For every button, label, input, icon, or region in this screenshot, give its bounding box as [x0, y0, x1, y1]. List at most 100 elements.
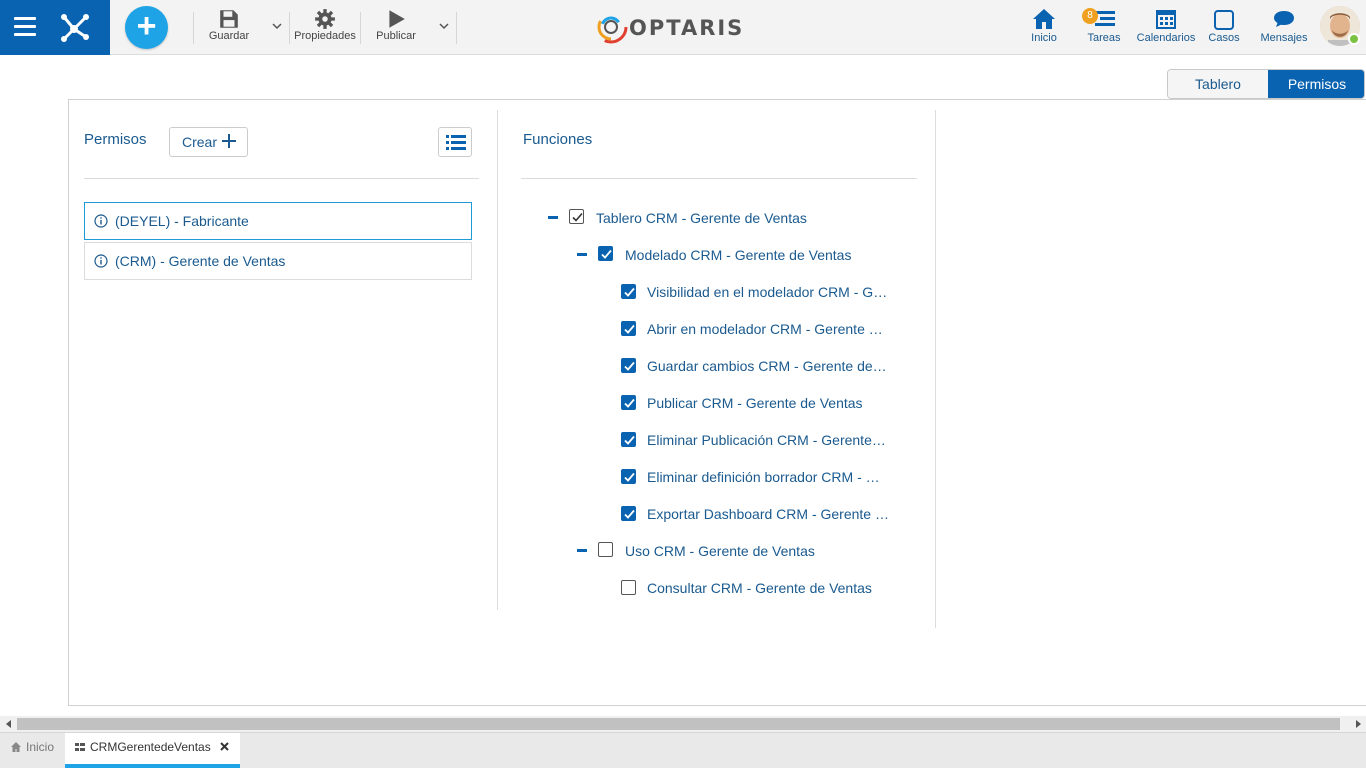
function-label: Eliminar definición borrador CRM - Geren… — [647, 469, 889, 485]
menu-icon[interactable] — [14, 17, 36, 37]
function-label: Exportar Dashboard CRM - Gerente de Vent… — [647, 506, 889, 522]
check-icon — [572, 212, 583, 222]
scrollbar-thumb[interactable] — [17, 718, 1340, 730]
function-checkbox[interactable] — [598, 246, 613, 261]
save-button[interactable]: Guardar — [205, 8, 253, 48]
chat-bubble-icon — [1274, 11, 1294, 27]
properties-button[interactable]: Propiedades — [292, 8, 358, 48]
tab-home[interactable]: Inicio — [0, 733, 64, 768]
permission-item-label: (DEYEL) - Fabricante — [115, 213, 249, 229]
scroll-left-icon[interactable] — [4, 719, 14, 729]
function-checkbox[interactable] — [621, 395, 636, 410]
info-icon — [94, 254, 108, 268]
properties-label: Propiedades — [294, 30, 356, 42]
function-label: Uso CRM - Gerente de Ventas — [625, 543, 815, 559]
publish-label: Publicar — [376, 30, 416, 42]
nav-cases[interactable]: Casos — [1206, 6, 1242, 50]
chevron-down-icon[interactable] — [438, 20, 450, 32]
nav-messages-label: Mensajes — [1260, 32, 1308, 44]
check-icon — [624, 509, 635, 519]
function-label: Abrir en modelador CRM - Gerente de Vent… — [647, 321, 889, 337]
function-checkbox[interactable] — [621, 580, 636, 595]
brand-block — [0, 0, 110, 55]
list-view-button[interactable] — [438, 127, 472, 157]
online-status-dot — [1348, 33, 1360, 45]
tasks-badge: 8 — [1082, 8, 1098, 24]
cases-square-icon — [1214, 10, 1234, 30]
permissions-title: Permisos — [84, 131, 147, 148]
column-divider — [935, 110, 936, 628]
check-icon — [624, 287, 635, 297]
tab-tablero[interactable]: Tablero — [1168, 70, 1268, 98]
function-label: Eliminar Publicación CRM - Gerente de Ve… — [647, 432, 889, 448]
check-icon — [624, 324, 635, 334]
collapse-toggle[interactable] — [577, 549, 587, 552]
tab-document[interactable]: CRMGerentedeVentas — [65, 733, 240, 768]
calendar-icon — [1156, 10, 1176, 29]
toolbar-divider — [456, 12, 457, 44]
tab-home-label: Inicio — [26, 740, 55, 754]
toolbar-divider — [289, 12, 290, 44]
close-icon[interactable] — [219, 741, 230, 752]
function-label: Visibilidad en el modelador CRM - Gerent… — [647, 284, 893, 300]
function-label: Tablero CRM - Gerente de Ventas — [596, 210, 807, 226]
create-label: Crear — [182, 134, 218, 150]
permission-item[interactable]: (CRM) - Gerente de Ventas — [84, 242, 472, 280]
chevron-down-icon[interactable] — [271, 20, 283, 32]
function-label: Modelado CRM - Gerente de Ventas — [625, 247, 852, 263]
nav-cases-label: Casos — [1208, 32, 1240, 44]
play-icon — [389, 10, 405, 28]
check-icon — [601, 249, 612, 259]
info-icon — [94, 214, 108, 228]
collapse-toggle[interactable] — [577, 253, 587, 256]
create-permission-button[interactable]: Crear — [169, 127, 248, 157]
nav-messages[interactable]: Mensajes — [1258, 6, 1310, 50]
nav-calendars[interactable]: Calendarios — [1136, 6, 1196, 50]
function-label: Publicar CRM - Gerente de Ventas — [647, 395, 863, 411]
view-toggle: Tablero Permisos — [1167, 69, 1365, 99]
dashboard-grid-icon — [75, 743, 85, 751]
function-checkbox[interactable] — [598, 542, 613, 557]
toolbar-divider — [193, 12, 194, 44]
optaris-logo: OPTARIS — [592, 8, 767, 46]
permission-item-label: (CRM) - Gerente de Ventas — [115, 253, 286, 269]
check-icon — [624, 361, 635, 371]
check-icon — [624, 472, 635, 482]
tab-permisos[interactable]: Permisos — [1268, 70, 1364, 98]
list-icon — [446, 135, 466, 150]
function-checkbox[interactable] — [621, 284, 636, 299]
nav-tasks[interactable]: 8 Tareas — [1082, 6, 1126, 50]
scroll-right-icon[interactable] — [1353, 719, 1363, 729]
create-new-button[interactable]: + — [125, 6, 168, 49]
toolbar-divider — [360, 12, 361, 44]
function-checkbox[interactable] — [621, 432, 636, 447]
tab-document-label: CRMGerentedeVentas — [90, 740, 211, 754]
functions-title: Funciones — [523, 131, 593, 148]
logo-text: OPTARIS — [629, 16, 745, 40]
function-checkbox[interactable] — [621, 469, 636, 484]
publish-button[interactable]: Publicar — [372, 8, 420, 48]
home-icon — [11, 742, 21, 752]
check-icon — [624, 398, 635, 408]
nav-tasks-label: Tareas — [1087, 32, 1121, 44]
divider — [521, 178, 917, 179]
function-checkbox[interactable] — [621, 321, 636, 336]
function-checkbox[interactable] — [621, 358, 636, 373]
function-checkbox[interactable] — [569, 209, 584, 224]
home-icon — [1033, 9, 1055, 29]
check-icon — [624, 435, 635, 445]
divider — [84, 178, 479, 179]
permission-item[interactable]: (DEYEL) - Fabricante — [84, 202, 472, 240]
column-divider — [497, 110, 498, 610]
save-label: Guardar — [208, 30, 250, 42]
function-checkbox[interactable] — [621, 506, 636, 521]
collapse-toggle[interactable] — [548, 216, 558, 219]
gear-icon — [315, 9, 335, 29]
function-label: Guardar cambios CRM - Gerente de Ventas — [647, 358, 889, 374]
process-network-icon[interactable] — [56, 9, 92, 45]
plus-icon — [222, 134, 236, 148]
function-label: Consultar CRM - Gerente de Ventas — [647, 580, 872, 596]
floppy-disk-icon — [220, 10, 238, 28]
nav-home[interactable]: Inicio — [1025, 6, 1063, 50]
nav-home-label: Inicio — [1031, 32, 1057, 44]
